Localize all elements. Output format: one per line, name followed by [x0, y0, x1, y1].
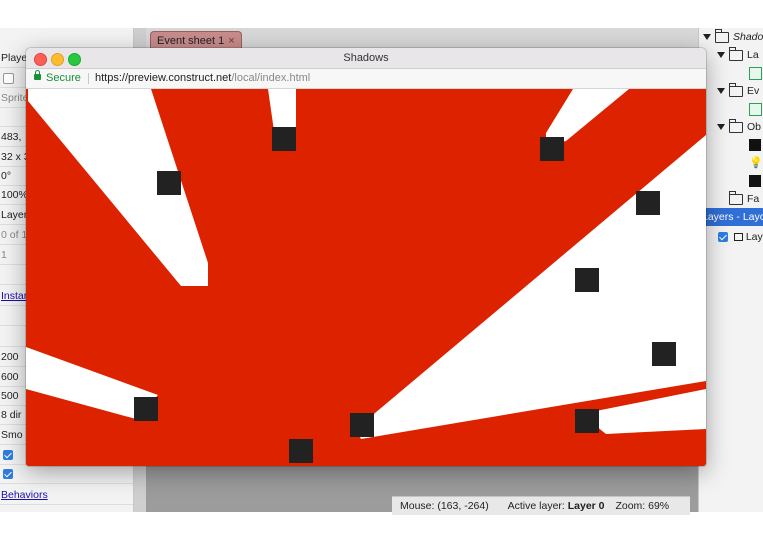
game-viewport[interactable]: [26, 89, 706, 466]
browser-titlebar[interactable]: Shadows: [26, 48, 706, 69]
window-title: Shadows: [343, 52, 389, 64]
tab-close-icon[interactable]: ×: [228, 35, 234, 47]
event-sheet-icon: [749, 102, 762, 116]
tab-label: Event sheet 1: [157, 35, 225, 47]
project-tree-item[interactable]: Ev: [717, 82, 759, 100]
folder-icon: [715, 28, 729, 43]
obstacle-box: [575, 409, 599, 433]
property-row[interactable]: [0, 465, 133, 484]
lock-icon[interactable]: [733, 233, 743, 242]
property-value: 8 dir: [1, 409, 22, 421]
property-value: Sprite: [1, 92, 29, 104]
property-value: 100%: [1, 189, 28, 201]
status-bar: Mouse: (163, -264) Active layer: Layer 0…: [392, 496, 690, 515]
property-value: Playe: [1, 52, 28, 64]
project-tree-item[interactable]: [749, 172, 761, 190]
property-link[interactable]: Behaviors: [1, 489, 48, 501]
folder-icon: [729, 190, 743, 205]
layer-visible-checkbox[interactable]: [718, 232, 728, 243]
project-tree-item[interactable]: Fa: [729, 190, 759, 208]
project-tree-item[interactable]: [749, 64, 762, 82]
layer-item[interactable]: Lay: [716, 228, 763, 246]
layer-label: Lay: [745, 231, 763, 243]
property-value: 483,: [1, 131, 22, 143]
property-value: 1: [1, 249, 7, 261]
folder-icon: [729, 118, 743, 133]
obstacle-box: [272, 127, 296, 151]
expand-arrow-icon[interactable]: [717, 124, 725, 131]
project-tree-item[interactable]: Shado: [703, 28, 763, 46]
property-value: Smo: [1, 429, 23, 441]
sprite-object-icon: [749, 139, 761, 152]
address-bar[interactable]: Secure https://preview.construct.net/loc…: [26, 69, 706, 89]
layout-icon: [749, 66, 762, 80]
tree-item-label: La: [747, 49, 759, 61]
active-layer-value: Layer 0: [567, 500, 605, 512]
property-checkbox[interactable]: [3, 72, 14, 84]
tree-item-label: Ob: [747, 121, 762, 133]
project-panel: Shado La Ev Ob 💡 Fa: [698, 28, 763, 512]
url-path: /local/index.html: [231, 72, 311, 84]
light-object-icon: 💡: [749, 157, 763, 169]
property-checkbox[interactable]: [3, 450, 13, 461]
url-text[interactable]: https://preview.construct.net/local/inde…: [95, 69, 310, 88]
project-tree-item[interactable]: [749, 136, 761, 154]
address-separator: [88, 73, 89, 84]
shadow-scene: [26, 89, 706, 466]
obstacle-box: [652, 342, 676, 366]
obstacle-box: [134, 397, 158, 421]
zoom-level: Zoom: 69%: [615, 500, 670, 512]
property-value: 200: [1, 351, 19, 363]
player-box: [289, 439, 313, 463]
expand-arrow-icon[interactable]: [703, 34, 711, 41]
sprite-object-icon: [749, 175, 761, 188]
url-host: https://preview.construct.net: [95, 72, 232, 84]
browser-window: Shadows Secure https://preview.construct…: [26, 48, 706, 466]
obstacle-box: [540, 137, 564, 161]
mouse-position: Mouse: (163, -264): [400, 500, 489, 512]
project-tree-item[interactable]: [749, 100, 762, 118]
property-row[interactable]: Behaviors: [0, 486, 133, 505]
tree-item-label: Fa: [747, 193, 760, 205]
lock-icon[interactable]: [34, 70, 41, 80]
property-value: 600: [1, 371, 19, 383]
folder-icon: [729, 82, 743, 97]
folder-icon: [729, 46, 743, 61]
property-checkbox[interactable]: [3, 469, 13, 480]
expand-arrow-icon[interactable]: [717, 52, 725, 59]
tree-item-label: Ev: [747, 85, 760, 97]
project-tree-item[interactable]: Ob: [717, 118, 761, 136]
obstacle-box: [350, 413, 374, 437]
active-layer-label: Active layer:: [507, 500, 565, 512]
project-tree-item[interactable]: 💡: [749, 154, 763, 172]
expand-arrow-icon[interactable]: [717, 88, 725, 95]
property-value: 500: [1, 390, 19, 402]
secure-label[interactable]: Secure: [46, 69, 81, 88]
tree-item-label: Shado: [733, 31, 763, 43]
property-value: 0 of 1: [1, 229, 28, 241]
obstacle-box: [636, 191, 660, 215]
layers-panel-header: Layers - Layo: [699, 208, 763, 226]
project-tree-item[interactable]: La: [717, 46, 759, 64]
obstacle-box: [575, 268, 599, 292]
property-value: Layer: [1, 209, 28, 221]
property-value: 0°: [1, 170, 12, 182]
obstacle-box: [157, 171, 181, 195]
